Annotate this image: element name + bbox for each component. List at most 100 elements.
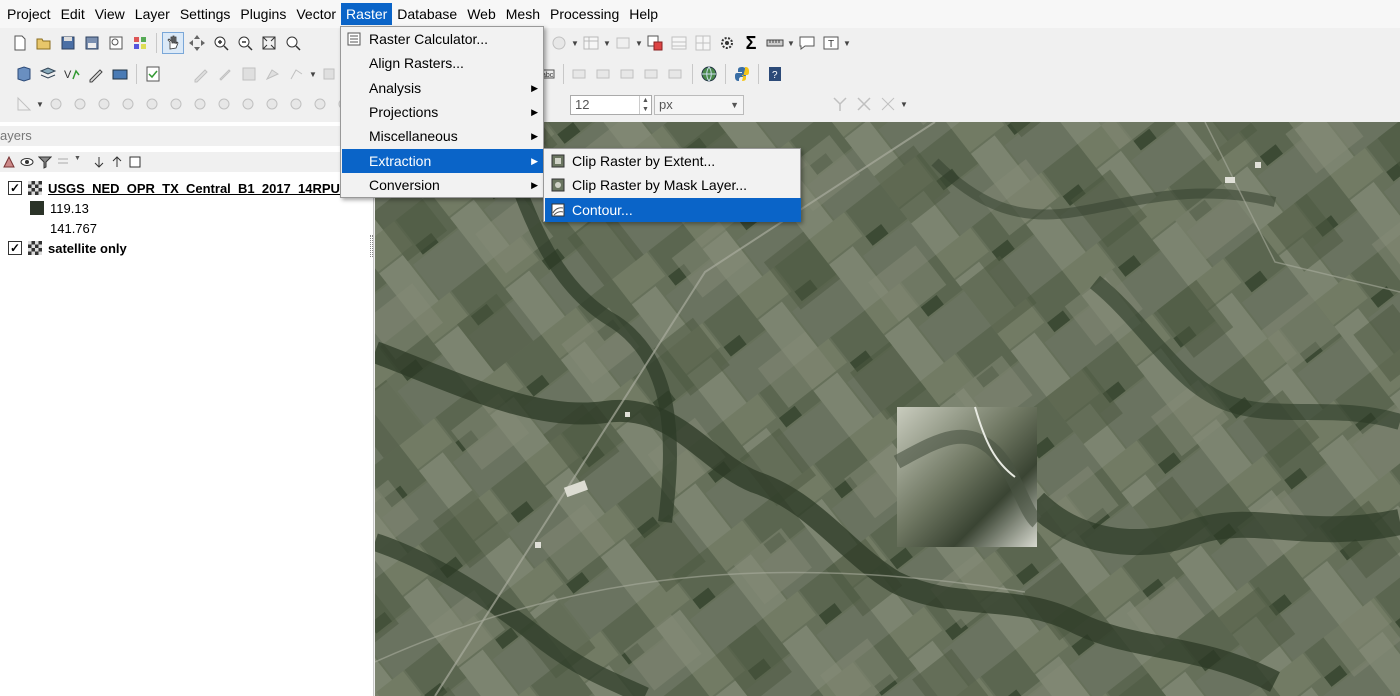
rotate-label-icon[interactable] <box>641 63 663 85</box>
menu-processing[interactable]: Processing <box>545 3 624 25</box>
menu-raster[interactable]: Raster <box>341 3 393 25</box>
miscellaneous-item[interactable]: Miscellaneous ▶ <box>342 124 544 148</box>
style-icon[interactable] <box>2 155 16 169</box>
pin-label-icon[interactable] <box>569 63 591 85</box>
merge-icon[interactable] <box>165 93 187 115</box>
snap-angle-icon[interactable] <box>829 93 851 115</box>
add-wms-icon[interactable] <box>109 63 131 85</box>
collapse-all-icon[interactable] <box>110 155 124 169</box>
projections-item[interactable]: Projections ▶ <box>342 100 544 124</box>
layer-row-usgs[interactable]: ✓ USGS_NED_OPR_TX_Central_B1_2017_14RPU2… <box>8 178 354 198</box>
menu-help[interactable]: Help <box>624 3 663 25</box>
virtual-layer-icon[interactable] <box>142 63 164 85</box>
menu-web[interactable]: Web <box>462 3 501 25</box>
pan-to-selection-icon[interactable] <box>186 32 208 54</box>
gear-icon[interactable] <box>716 32 738 54</box>
text-annotation-icon[interactable]: T <box>820 32 842 54</box>
sum-icon[interactable]: Σ <box>740 32 762 54</box>
clip-raster-extent-item[interactable]: Clip Raster by Extent... <box>545 149 801 173</box>
pan-map-icon[interactable] <box>162 32 184 54</box>
save-project-icon[interactable] <box>57 32 79 54</box>
digitize-icon[interactable] <box>190 63 212 85</box>
menu-mesh[interactable]: Mesh <box>501 3 545 25</box>
delete-selected-icon[interactable] <box>318 63 340 85</box>
edit-pencil-icon[interactable] <box>214 63 236 85</box>
filter-icon[interactable] <box>37 155 53 169</box>
menu-plugins[interactable]: Plugins <box>235 3 291 25</box>
chevron-down-icon[interactable]: ▼ <box>787 32 795 54</box>
statistics-icon[interactable] <box>612 32 634 54</box>
table-icon[interactable] <box>668 32 690 54</box>
snap-icon[interactable] <box>13 93 35 115</box>
chevron-down-icon[interactable]: ▼ <box>36 93 44 115</box>
zoom-selection-icon[interactable] <box>282 32 304 54</box>
grid-icon[interactable] <box>692 32 714 54</box>
topology-icon[interactable] <box>45 93 67 115</box>
style-manager-icon[interactable] <box>129 32 151 54</box>
analysis-item[interactable]: Analysis ▶ <box>342 76 544 100</box>
globe-icon[interactable] <box>698 63 720 85</box>
data-source-manager-icon[interactable] <box>13 63 35 85</box>
select-features-icon[interactable] <box>548 32 570 54</box>
help-icon[interactable]: ? <box>764 63 786 85</box>
layer-row-satellite[interactable]: ✓ satellite only <box>8 238 127 258</box>
python-console-icon[interactable] <box>731 63 753 85</box>
menu-database[interactable]: Database <box>392 3 462 25</box>
map-canvas[interactable] <box>375 122 1400 696</box>
save-as-icon[interactable] <box>81 32 103 54</box>
chevron-down-icon[interactable]: ▼ <box>843 32 851 54</box>
layer-visibility-checkbox[interactable]: ✓ <box>8 181 22 195</box>
chevron-down-icon[interactable]: ▼ <box>571 32 579 54</box>
zoom-in-icon[interactable] <box>210 32 232 54</box>
split-icon[interactable] <box>141 93 163 115</box>
font-size-spinbox[interactable]: 12 ▲ ▼ <box>570 95 652 115</box>
menu-edit[interactable]: Edit <box>56 3 90 25</box>
add-feature-icon[interactable] <box>262 63 284 85</box>
menu-view[interactable]: View <box>90 3 130 25</box>
zoom-full-icon[interactable] <box>258 32 280 54</box>
offset-icon[interactable] <box>93 93 115 115</box>
show-label-icon[interactable] <box>593 63 615 85</box>
move-label-icon[interactable] <box>617 63 639 85</box>
menu-vector[interactable]: Vector <box>291 3 341 25</box>
extraction-item[interactable]: Extraction ▶ <box>342 149 544 173</box>
field-calculator-icon[interactable] <box>644 32 666 54</box>
trace-icon[interactable] <box>69 93 91 115</box>
clip-raster-mask-item[interactable]: Clip Raster by Mask Layer... <box>545 173 801 197</box>
contour-item[interactable]: Contour... <box>545 198 801 222</box>
open-project-icon[interactable] <box>33 32 55 54</box>
vertex-tool-icon[interactable] <box>286 63 308 85</box>
align-rasters-item[interactable]: Align Rasters... <box>342 51 544 75</box>
menu-project[interactable]: Project <box>2 3 56 25</box>
save-edits-icon[interactable] <box>238 63 260 85</box>
measure-line-icon[interactable] <box>764 32 786 54</box>
reshape-icon[interactable] <box>117 93 139 115</box>
unit-select[interactable]: px ▼ <box>654 95 744 115</box>
split-features-icon[interactable] <box>877 93 899 115</box>
eye-icon[interactable] <box>20 155 34 169</box>
new-project-icon[interactable] <box>9 32 31 54</box>
chevron-down-icon[interactable]: ▼ <box>603 32 611 54</box>
chevron-down-icon[interactable]: ▼ <box>74 155 88 169</box>
panel-resize-handle[interactable] <box>370 235 373 257</box>
conversion-item[interactable]: Conversion ▶ <box>342 173 544 197</box>
chevron-down-icon[interactable]: ▼ <box>900 93 908 115</box>
expression-filter-icon[interactable] <box>56 155 70 169</box>
fill-ring-icon[interactable] <box>261 93 283 115</box>
chevron-down-icon[interactable]: ▼ <box>309 63 317 85</box>
add-layer-icon[interactable] <box>37 63 59 85</box>
zoom-out-icon[interactable] <box>234 32 256 54</box>
menu-settings[interactable]: Settings <box>175 3 236 25</box>
spin-arrows-icon[interactable]: ▲ ▼ <box>639 96 651 114</box>
open-attribute-table-icon[interactable] <box>580 32 602 54</box>
rotate-feature-icon[interactable] <box>189 93 211 115</box>
print-layout-icon[interactable] <box>105 32 127 54</box>
menu-layer[interactable]: Layer <box>130 3 175 25</box>
add-vector-layer-icon[interactable]: V <box>61 63 83 85</box>
chevron-down-icon[interactable]: ▼ <box>635 32 643 54</box>
add-ring-icon[interactable] <box>237 93 259 115</box>
close-icon[interactable] <box>853 93 875 115</box>
change-label-icon[interactable] <box>665 63 687 85</box>
expand-all-icon[interactable] <box>92 155 106 169</box>
simplify-icon[interactable] <box>213 93 235 115</box>
